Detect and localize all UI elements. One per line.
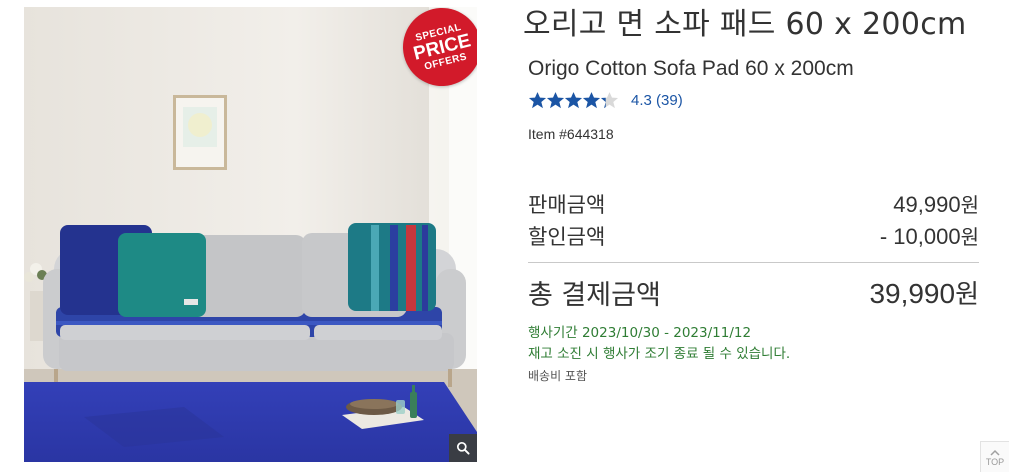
star-icon [582, 92, 601, 109]
star-icon [546, 92, 565, 109]
total-price-label: 총 결제금액 [528, 279, 661, 311]
sale-price-label: 판매금액 [528, 193, 606, 217]
magnifier-icon [456, 441, 470, 455]
discount-label: 할인금액 [528, 225, 606, 249]
star-rating [528, 91, 619, 110]
total-price-row: 총 결제금액 39,990원 [523, 263, 979, 321]
rating-link[interactable]: 4.3 (39) [631, 92, 683, 109]
discount-row: 할인금액 - 10,000원 [528, 221, 979, 253]
sale-price-row: 판매금액 49,990원 [528, 189, 979, 221]
discount-value: - 10,000원 [879, 224, 979, 249]
promo-period: 행사기간 2023/10/30 - 2023/11/12 [528, 325, 752, 341]
sofa-photo [24, 7, 477, 462]
total-price-value: 39,990원 [869, 277, 979, 310]
sale-price-value: 49,990원 [893, 192, 979, 217]
star-icon [564, 92, 583, 109]
top-label: TOP [985, 456, 1005, 467]
product-title-english: Origo Cotton Sofa Pad 60 x 200cm [528, 57, 854, 80]
product-image[interactable]: SPECIAL PRICE OFFERS [24, 7, 477, 462]
promo-notice: 재고 소진 시 행사가 조기 종료 될 수 있습니다. [528, 346, 791, 362]
scroll-top-button[interactable]: TOP [980, 441, 1009, 472]
star-icon [600, 92, 619, 109]
zoom-button[interactable] [449, 434, 477, 462]
item-number: Item #644318 [528, 126, 614, 142]
product-title-korean: 오리고 면 소파 패드 60 x 200cm [523, 7, 967, 42]
star-icon [528, 92, 547, 109]
shipping-note: 배송비 포함 [528, 369, 588, 383]
price-block: 판매금액 49,990원 할인금액 - 10,000원 [523, 189, 979, 253]
chevron-up-icon [990, 449, 1000, 456]
product-rating[interactable]: 4.3 (39) [523, 91, 979, 110]
product-info: 오리고 면 소파 패드 60 x 200cm Origo Cotton Sofa… [523, 0, 979, 384]
